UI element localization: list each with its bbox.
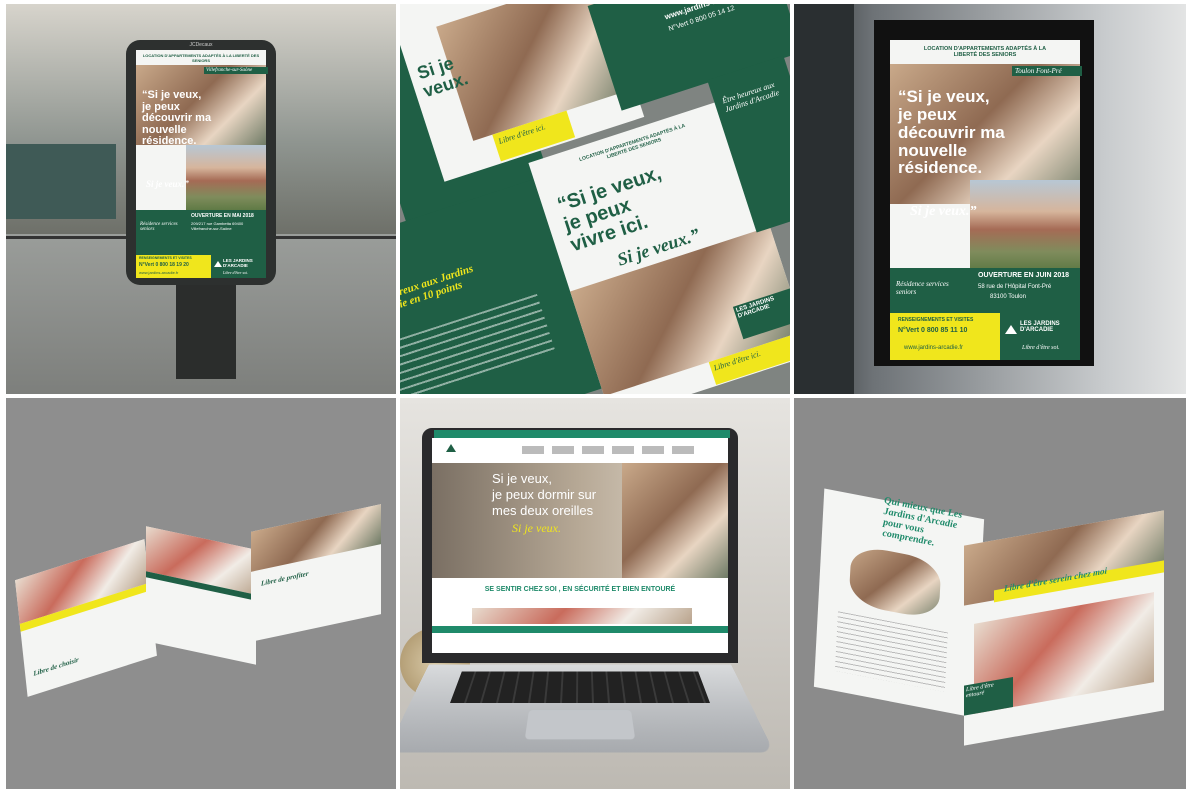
brochure-seniors-photo	[251, 504, 381, 572]
site-logo-icon[interactable]	[446, 444, 456, 452]
street-poster-photo: JCDecaux LOCATION D'APPARTEMENTS ADAPTÉS…	[6, 4, 396, 394]
magazine-box: Libre d'être entouré	[964, 676, 1013, 716]
brochure-panel-right: Libre de profiter	[251, 504, 381, 642]
shelter-info-label: RENSEIGNEMENTS ET VISITES	[898, 317, 974, 323]
site-menu-item[interactable]	[522, 446, 702, 454]
shelter-quote: “Si je veux, je peux découvrir ma nouvel…	[898, 87, 1005, 178]
shelter-address-2: 83100 Toulon	[990, 294, 1026, 300]
magazine-body-text	[834, 611, 948, 692]
kiosk	[6, 144, 116, 219]
hero-line-3: mes deux oreilles	[492, 503, 594, 518]
site-section-title: SE SENTIR CHEZ SOI , EN SÉCURITÉ ET BIEN…	[484, 586, 676, 593]
building-photo	[186, 145, 266, 210]
shelter-contact-block: RENSEIGNEMENTS ET VISITES N°Vert 0 800 8…	[890, 313, 1000, 360]
poster-header: LOCATION D'APPARTEMENTS ADAPTÉS À LA LIB…	[142, 53, 260, 63]
site-nav	[432, 430, 730, 464]
shelter-frame: LOCATION D'APPARTEMENTS ADAPTÉS À LA LIB…	[874, 20, 1094, 366]
shelter-house-logo-icon	[1005, 325, 1017, 334]
shelter-residence: Résidence services seniors	[896, 280, 949, 296]
laptop-screen: Si je veux, je peux dormir sur mes deux …	[422, 428, 738, 663]
poster-quote: “Si je veux, je peux découvrir ma nouvel…	[142, 89, 212, 148]
shelter-location-tag: Toulon Font-Pré	[1012, 66, 1082, 76]
site-thumbnails[interactable]	[472, 608, 692, 624]
site-footer-bar	[432, 626, 728, 633]
info-band: Résidence services seniors OUVERTURE EN …	[136, 210, 266, 255]
laptop-website-photo: Si je veux, je peux dormir sur mes deux …	[400, 398, 790, 789]
shelter-opening: OUVERTURE EN JUIN 2018	[978, 272, 1070, 279]
brochure-text-1: Libre de choisir	[32, 655, 80, 678]
shelter-phone: N°Vert 0 800 85 11 10	[898, 327, 968, 334]
magazine-woman-photo	[848, 543, 942, 621]
house-logo-icon	[214, 261, 222, 267]
residence-label: Résidence services seniors	[140, 222, 178, 232]
magazine-right-page: Libre d'être serein chez moi Libre d'êtr…	[964, 510, 1164, 746]
brand-block: LES JARDINS D'ARCADIE Libre d'être soi.	[211, 255, 266, 278]
brochure-panel-left: Libre de choisir	[15, 539, 157, 697]
phone-number: N°Vert 0 800 18 19 20	[139, 262, 189, 268]
laptop-trackpad[interactable]	[524, 710, 636, 740]
portfolio-grid: JCDecaux LOCATION D'APPARTEMENTS ADAPTÉS…	[0, 0, 1186, 789]
poster-frame: JCDecaux LOCATION D'APPARTEMENTS ADAPTÉS…	[126, 40, 276, 285]
shelter-tagline: Libre d'être soi.	[1022, 345, 1060, 351]
poster-quote-tail: Si je veux.”	[146, 179, 189, 189]
back-text-lines	[400, 293, 556, 394]
site-hero: Si je veux, je peux dormir sur mes deux …	[432, 463, 728, 578]
poster-face: LOCATION D'APPARTEMENTS ADAPTÉS À LA LIB…	[136, 50, 268, 278]
laptop-keyboard[interactable]	[450, 671, 710, 703]
shelter-brand: LES JARDINS D'ARCADIE	[1020, 321, 1060, 333]
flyers-flatlay-photo: Si je veux. Libre d'être ici. www.jardin…	[400, 4, 790, 394]
brand-tagline: Libre d'être soi.	[223, 270, 249, 275]
hero-line-2: je peux dormir sur	[492, 487, 597, 502]
hero-tail: Si je veux.	[512, 521, 561, 535]
magazine-spread-photo: Qui mieux que Les Jardins d'Arcadie pour…	[794, 398, 1186, 789]
info-label: RENSEIGNEMENTS ET VISITES	[139, 256, 192, 260]
shelter-url: www.jardins-arcadie.fr	[904, 345, 964, 351]
shelter-building-photo	[970, 180, 1080, 270]
frame-brand: JCDecaux	[189, 42, 213, 48]
flyer-side-text: Être heureux aux Jardins d'Arcadie	[721, 79, 781, 114]
site-topbar	[434, 430, 730, 438]
shelter-poster-face: LOCATION D'APPARTEMENTS ADAPTÉS À LA LIB…	[890, 40, 1082, 360]
shelter-poster-header: LOCATION D'APPARTEMENTS ADAPTÉS À LA LIB…	[923, 46, 1047, 58]
shelter-info-band: Résidence services seniors OUVERTURE EN …	[890, 268, 1080, 313]
location-tag: Villefranche-sur-Saône	[204, 67, 268, 74]
poster-stand	[176, 284, 236, 379]
laptop-base	[400, 664, 775, 753]
brochure-panel-middle	[146, 526, 256, 665]
trifold-brochure-photo: Libre de choisir Libre de profiter	[6, 398, 396, 789]
hero-line-1: Si je veux,	[492, 471, 552, 486]
brochure-text-2: Libre de profiter	[261, 569, 309, 588]
shelter-post	[794, 4, 854, 394]
shelter-quote-tail: Si je veux.”	[910, 204, 977, 219]
bus-shelter-photo: LOCATION D'APPARTEMENTS ADAPTÉS À LA LIB…	[794, 4, 1186, 394]
brand-name: LES JARDINS D'ARCADIE	[223, 258, 253, 268]
hero-woman-photo	[622, 463, 728, 578]
contact-block: RENSEIGNEMENTS ET VISITES N°Vert 0 800 1…	[136, 255, 211, 278]
magazine-left-page: Qui mieux que Les Jardins d'Arcadie pour…	[813, 488, 985, 718]
shelter-brand-block: LES JARDINS D'ARCADIE Libre d'être soi.	[1000, 313, 1080, 360]
address: 209/217 rue Gambetta 69400 Villefranche-…	[191, 221, 244, 231]
shelter-address-1: 58 rue de l'Hôpital Font-Pré	[978, 284, 1052, 290]
opening-date: OUVERTURE EN MAI 2018	[191, 213, 254, 219]
website-url: www.jardins-arcadie.fr	[139, 270, 179, 275]
